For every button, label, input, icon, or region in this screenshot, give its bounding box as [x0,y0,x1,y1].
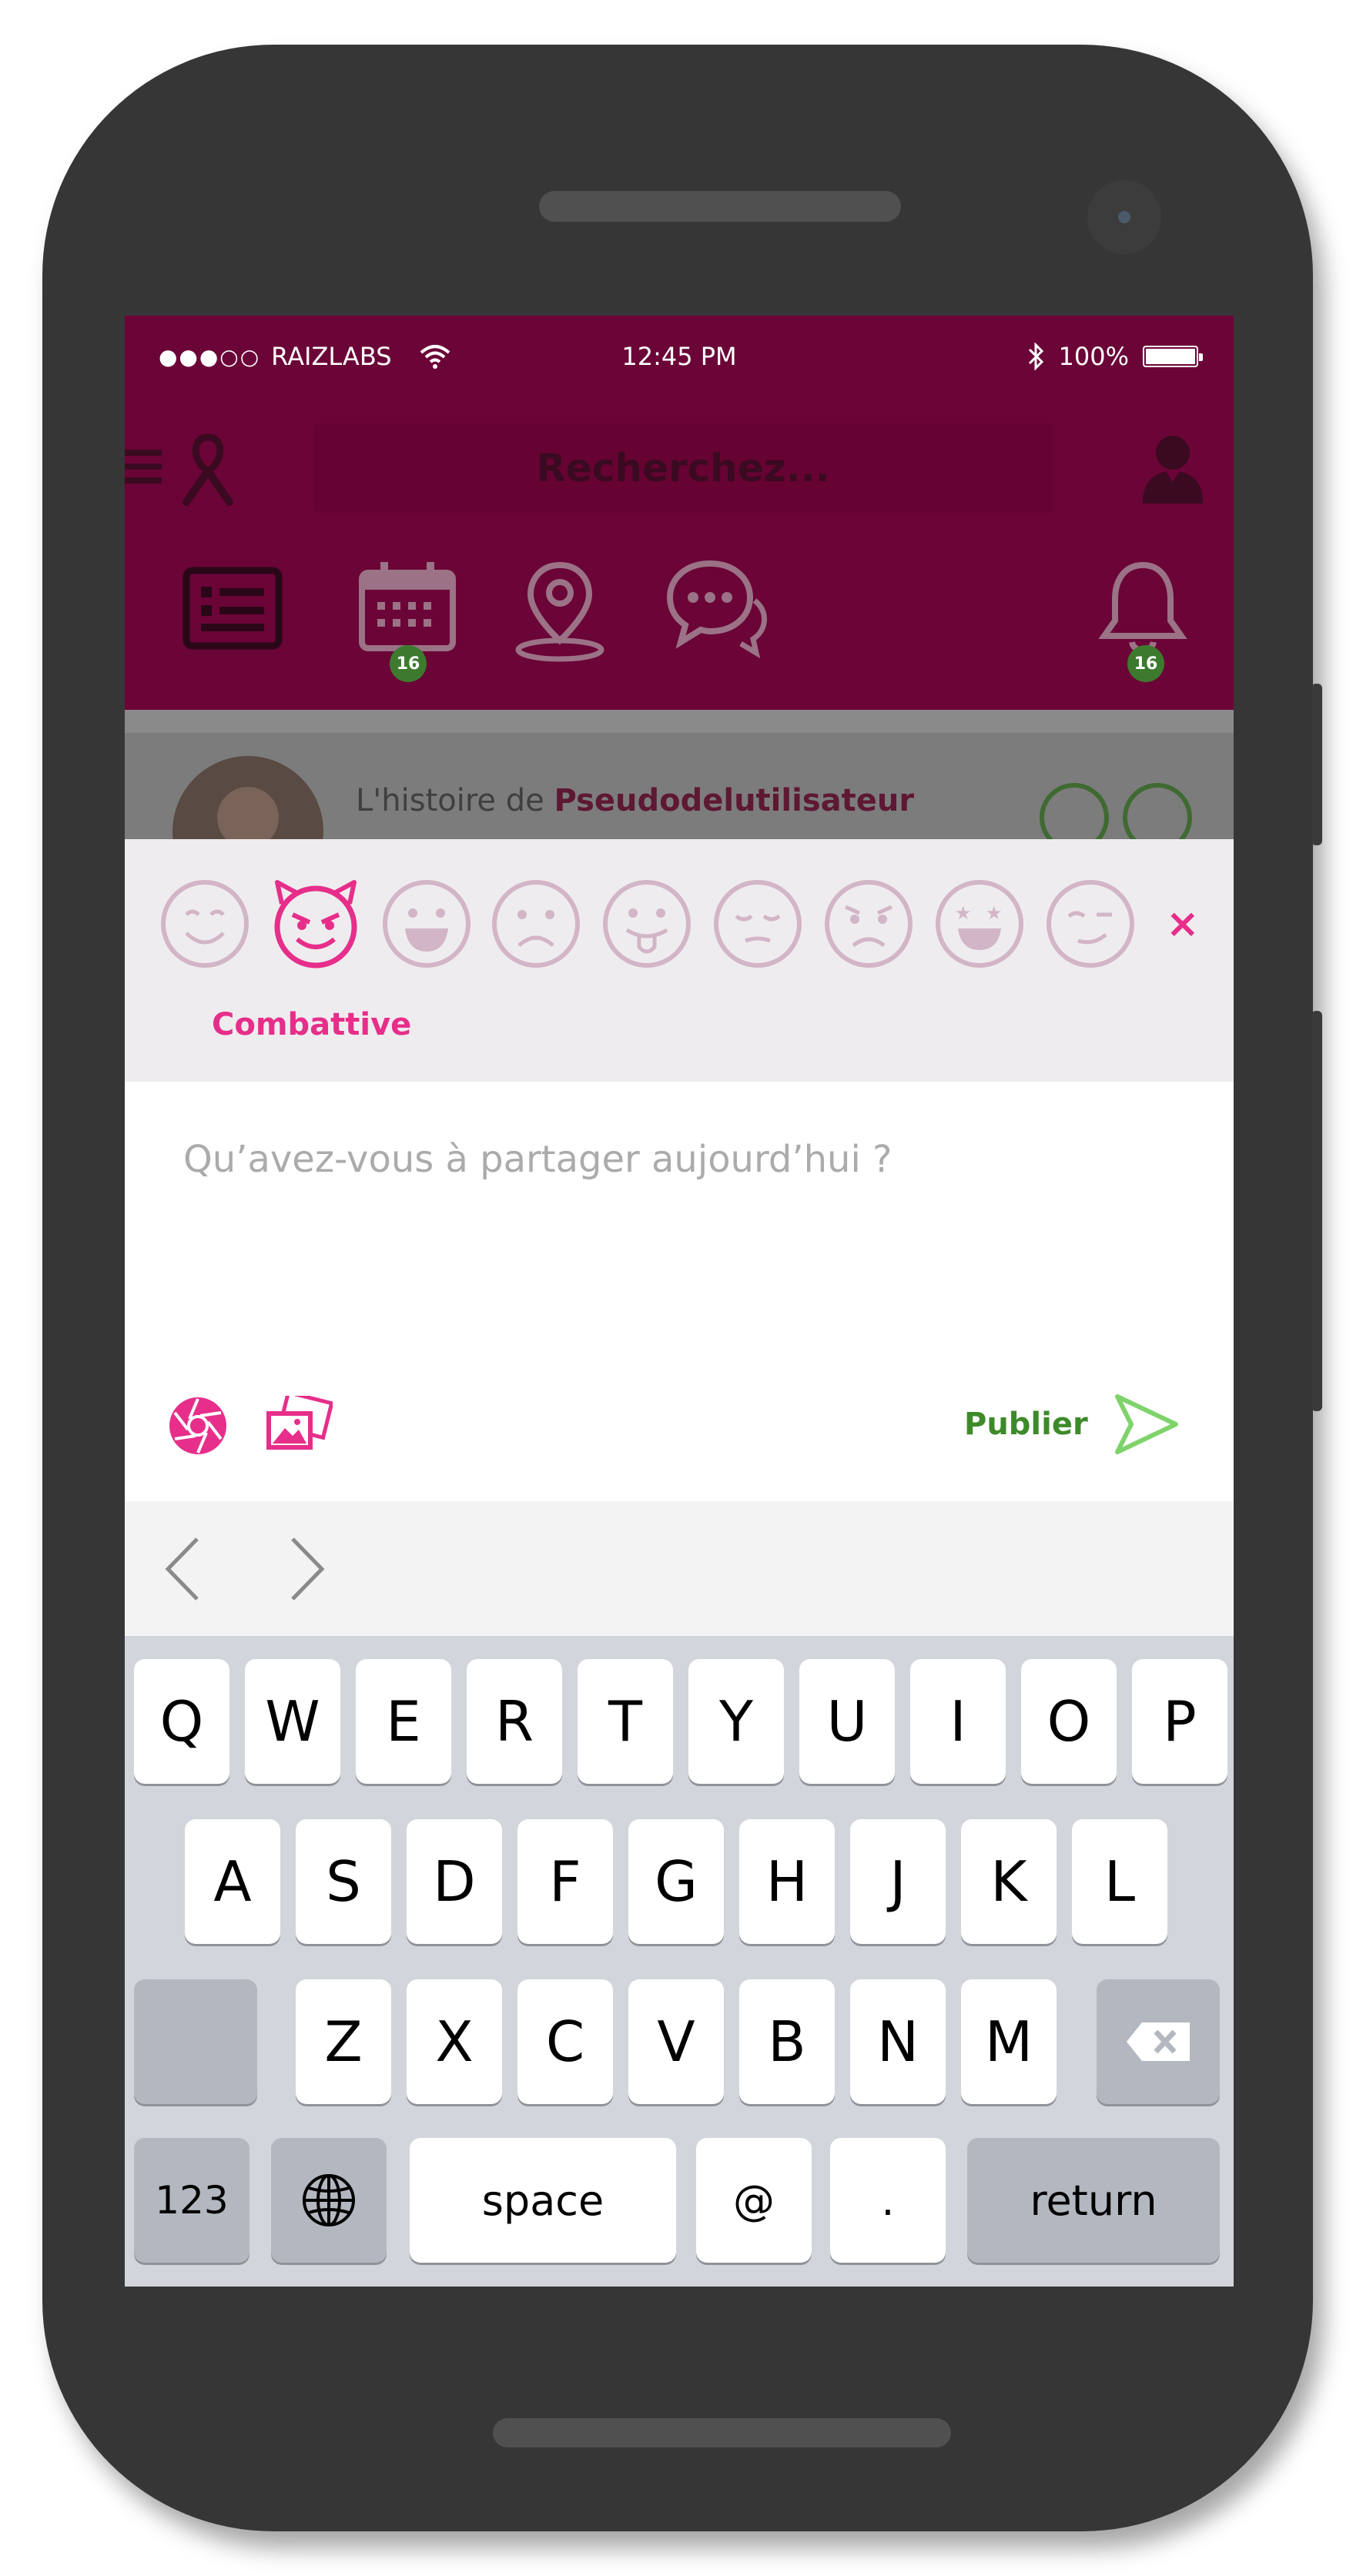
space-key[interactable]: space [410,2138,676,2263]
sleepy-icon[interactable] [712,878,804,970]
volume-button [1311,1011,1322,1411]
post-author-line: L'histoire de Pseudodelutilisateur [356,783,914,818]
photo-gallery-icon[interactable] [263,1396,333,1456]
key-w[interactable]: W [245,1659,340,1784]
key-r[interactable]: R [467,1659,562,1784]
onscreen-keyboard: Q W E R T Y U I O P A S D F G H J K L Z … [125,1636,1234,2287]
grin-icon[interactable] [380,878,473,970]
key-z[interactable]: Z [296,1979,391,2104]
key-b[interactable]: B [739,1979,835,2104]
front-camera [1087,180,1161,254]
key-v[interactable]: V [628,1979,724,2104]
publish-button[interactable]: Publier [964,1393,1179,1455]
calendar-badge: 16 [390,645,427,682]
key-y[interactable]: Y [688,1659,784,1784]
post-text-input[interactable] [182,1128,1186,1191]
status-bar: ●●●○○ RAIZLABS 12:45 PM 100% [125,316,1234,400]
app-screen: ●●●○○ RAIZLABS 12:45 PM 100% Recherchez.… [125,316,1234,2287]
keyboard-accessory-bar [125,1501,1234,1636]
key-j[interactable]: J [850,1819,946,1944]
backspace-key[interactable] [1097,1979,1220,2104]
key-u[interactable]: U [799,1659,895,1784]
post-author-username[interactable]: Pseudodelutilisateur [554,783,914,818]
frown-icon[interactable] [822,878,915,970]
globe-icon [303,2174,355,2226]
key-q[interactable]: Q [134,1659,229,1784]
key-t[interactable]: T [578,1659,673,1784]
home-indicator[interactable] [493,2418,951,2447]
key-k[interactable]: K [961,1819,1057,1944]
key-l[interactable]: L [1072,1819,1167,1944]
backspace-icon [1127,2022,1190,2061]
menu-icon[interactable] [125,445,162,491]
news-feed-icon[interactable] [183,567,283,650]
feed-background: L'histoire de Pseudodelutilisateur [125,710,1234,907]
post-author-prefix: L'histoire de [356,783,544,818]
location-pin-icon[interactable] [514,559,606,663]
key-f[interactable]: F [517,1819,613,1944]
key-c[interactable]: C [517,1979,613,2104]
globe-key[interactable] [271,2138,387,2263]
return-key[interactable]: return [967,2138,1220,2263]
mood-selector: ★ ★ × Combattive [125,839,1234,1082]
chat-bubbles-icon[interactable] [664,556,768,660]
key-h[interactable]: H [739,1819,835,1944]
speaker-grille [539,191,901,222]
key-m[interactable]: M [961,1979,1057,2104]
key-g[interactable]: G [628,1819,724,1944]
svg-text:★: ★ [955,902,972,924]
star-eyes-icon[interactable]: ★ ★ [933,878,1026,970]
sad-icon[interactable] [490,878,582,970]
numbers-key[interactable]: 123 [134,2138,249,2263]
key-o[interactable]: O [1021,1659,1117,1784]
selected-mood-label: Combattive [212,1007,412,1042]
wink-icon[interactable] [1044,878,1137,970]
profile-avatar-icon[interactable] [1138,428,1207,505]
camera-shutter-icon[interactable] [168,1396,228,1456]
bluetooth-icon [1028,342,1043,371]
key-i[interactable]: I [910,1659,1006,1784]
tongue-icon[interactable] [601,878,693,970]
ribbon-logo-icon[interactable] [177,431,239,508]
key-n[interactable]: N [850,1979,946,2104]
battery-percent: 100% [1058,342,1129,371]
search-placeholder: Recherchez... [536,446,830,490]
devil-icon[interactable] [270,878,362,970]
publish-label: Publier [964,1407,1088,1442]
key-d[interactable]: D [407,1819,502,1944]
notifications-badge: 16 [1127,645,1164,682]
notifications-bell-icon[interactable] [1097,559,1189,659]
chevron-right-icon[interactable] [288,1536,327,1602]
post-composer: Publier [125,1082,1234,1501]
calendar-icon[interactable] [357,560,457,653]
key-p[interactable]: P [1132,1659,1227,1784]
chevron-left-icon[interactable] [163,1536,202,1602]
period-key[interactable]: . [830,2138,946,2263]
search-bar[interactable]: Recherchez... [313,423,1053,513]
at-key[interactable]: @ [696,2138,812,2263]
status-time: 12:45 PM [621,342,737,371]
key-e[interactable]: E [356,1659,451,1784]
key-x[interactable]: X [407,1979,502,2104]
battery-icon [1143,346,1203,367]
power-button [1311,684,1322,845]
send-arrow-icon [1114,1394,1178,1454]
key-a[interactable]: A [185,1819,280,1944]
svg-text:★: ★ [986,902,1003,924]
smile-icon[interactable] [159,878,251,970]
shift-key[interactable] [134,1979,257,2104]
key-s[interactable]: S [296,1819,391,1944]
app-header: ●●●○○ RAIZLABS 12:45 PM 100% Recherchez.… [125,316,1234,710]
close-mood-button[interactable]: × [1166,901,1200,947]
